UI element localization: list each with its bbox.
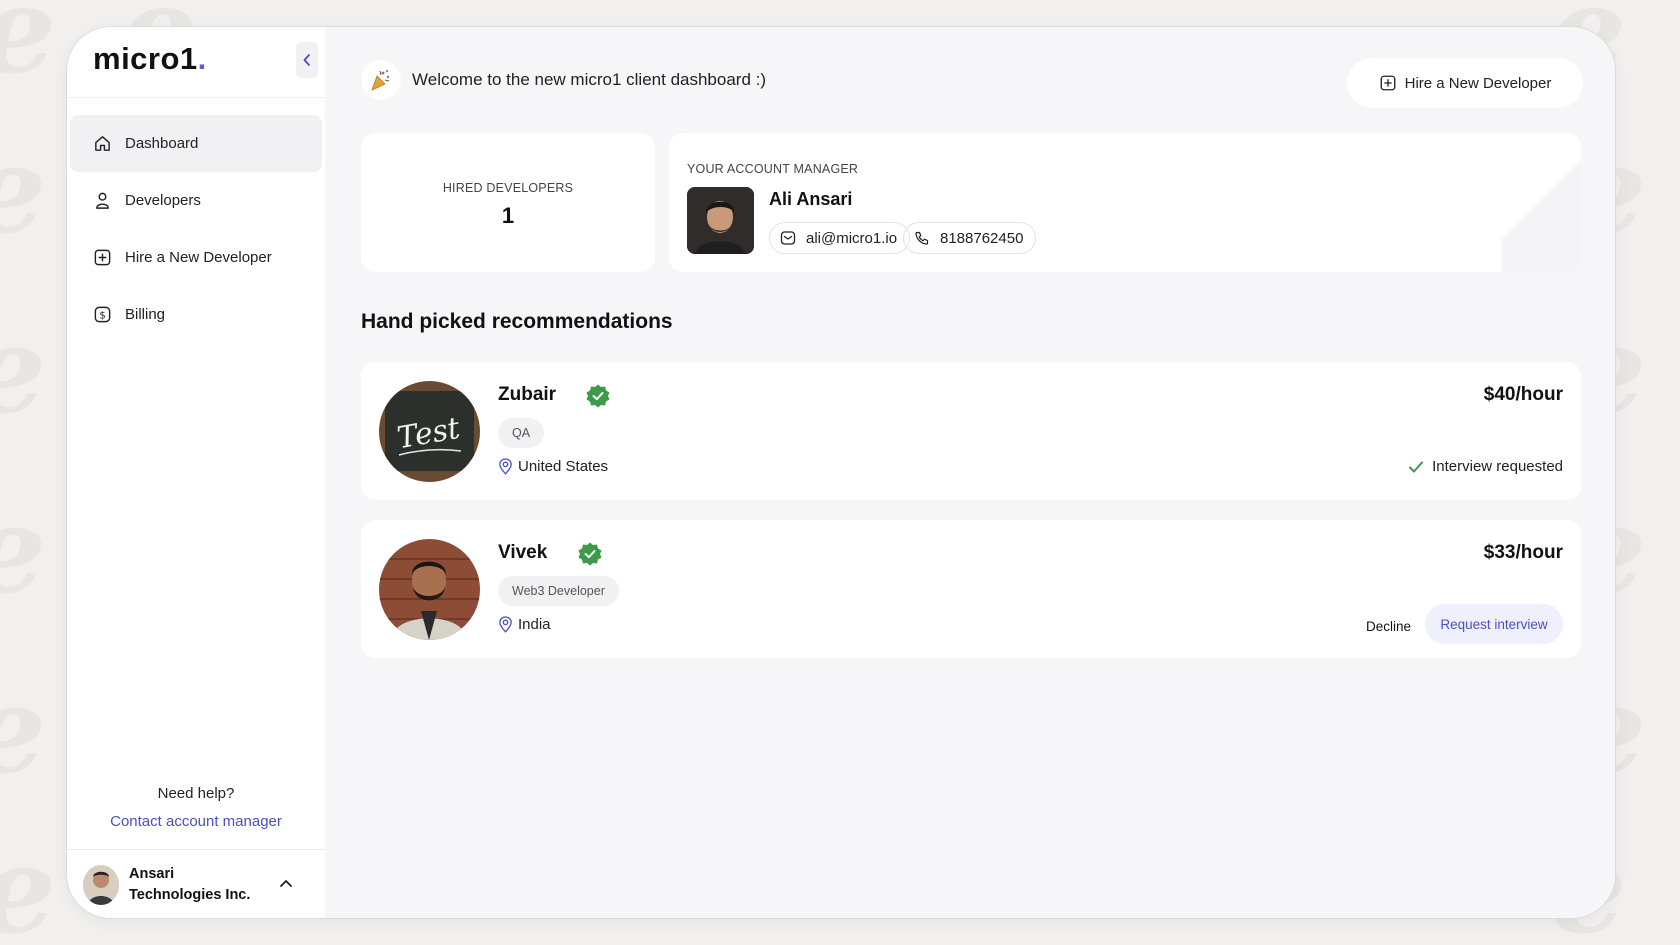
chevron-up-icon — [279, 875, 293, 893]
account-manager-name: Ali Ansari — [769, 189, 853, 209]
account-switcher[interactable]: Ansari Technologies Inc. — [67, 849, 325, 918]
hired-developers-card: HIRED DEVELOPERS 1 — [361, 133, 655, 272]
developer-location: India — [498, 616, 551, 633]
welcome-message: Welcome to the new micro1 client dashboa… — [412, 70, 767, 89]
phone-icon — [912, 230, 932, 246]
location-pin-icon — [498, 458, 513, 475]
location-pin-icon — [498, 616, 513, 633]
verified-badge-icon — [585, 383, 611, 409]
developer-photo: Test — [379, 381, 480, 482]
plus-square-icon — [1379, 74, 1397, 92]
hired-developers-count: 1 — [501, 203, 515, 228]
sidebar-item-label: Developers — [125, 192, 201, 209]
phone-pill[interactable]: 8188762450 — [903, 222, 1037, 254]
location-text: United States — [518, 458, 609, 475]
card-decoration — [1501, 133, 1581, 272]
hourly-rate: $40/hour — [1483, 384, 1563, 405]
account-manager-label: YOUR ACCOUNT MANAGER — [687, 162, 859, 176]
logo-row: micro1. — [67, 27, 325, 98]
chevron-left-icon — [303, 54, 310, 66]
location-text: India — [518, 616, 551, 633]
developer-name: Vivek — [498, 542, 548, 563]
account-manager-phone: 8188762450 — [940, 229, 1024, 247]
avatar — [83, 865, 119, 905]
logo[interactable]: micro1. — [93, 41, 207, 77]
sidebar-item-billing[interactable]: $ Billing — [70, 286, 322, 343]
home-icon — [92, 134, 112, 154]
sidebar-item-label: Hire a New Developer — [125, 249, 272, 266]
hourly-rate: $33/hour — [1483, 542, 1563, 563]
account-manager-photo — [687, 187, 754, 254]
interview-status: Interview requested — [1408, 458, 1563, 475]
sidebar-item-developers[interactable]: Developers — [70, 172, 322, 229]
developer-name: Zubair — [498, 384, 557, 405]
recommendation-card[interactable]: Vivek Web3 Developer India $33/hour Decl… — [361, 520, 1581, 658]
app-window: micro1. Dashboard Developers Hire a New … — [67, 27, 1615, 918]
help-title: Need help? — [157, 785, 235, 802]
dollar-icon: $ — [92, 305, 112, 325]
role-tag: Web3 Developer — [498, 576, 619, 606]
logo-dot: . — [197, 41, 207, 76]
mail-icon — [778, 230, 798, 246]
hire-new-developer-button[interactable]: Hire a New Developer — [1347, 58, 1583, 108]
account-manager-email: ali@micro1.io — [806, 229, 898, 247]
sidebar-item-dashboard[interactable]: Dashboard — [70, 115, 322, 172]
sidebar-item-label: Billing — [125, 306, 166, 323]
developer-photo — [379, 539, 480, 640]
recommendation-card[interactable]: Test Zubair QA United States $40/hour In… — [361, 362, 1581, 500]
account-name: Ansari Technologies Inc. — [129, 866, 251, 903]
email-pill[interactable]: ali@micro1.io — [769, 222, 911, 254]
developer-location: United States — [498, 458, 608, 475]
party-popper-icon — [361, 60, 401, 100]
recommendations-title: Hand picked recommendations — [361, 310, 673, 333]
contact-account-manager-link[interactable]: Contact account manager — [67, 813, 325, 830]
sidebar: micro1. Dashboard Developers Hire a New … — [67, 27, 326, 918]
role-tag: QA — [498, 418, 545, 448]
hired-developers-label: HIRED DEVELOPERS — [442, 181, 574, 195]
request-interview-button[interactable]: Request interview — [1425, 604, 1563, 644]
logo-text: micro1 — [93, 41, 198, 76]
user-icon — [92, 191, 112, 211]
main-content: Welcome to the new micro1 client dashboa… — [325, 27, 1615, 918]
status-text: Interview requested — [1432, 458, 1563, 475]
account-manager-card: YOUR ACCOUNT MANAGER Ali Ansari ali@micr… — [669, 133, 1581, 272]
plus-square-icon — [92, 248, 112, 268]
sidebar-item-label: Dashboard — [125, 135, 199, 152]
hire-button-label: Hire a New Developer — [1404, 74, 1552, 92]
verified-badge-icon — [577, 541, 603, 567]
svg-text:$: $ — [99, 310, 105, 321]
decline-button[interactable]: Decline — [1366, 607, 1411, 645]
collapse-sidebar-button[interactable] — [296, 42, 318, 78]
sidebar-item-hire[interactable]: Hire a New Developer — [70, 229, 322, 286]
check-icon — [1408, 460, 1424, 474]
